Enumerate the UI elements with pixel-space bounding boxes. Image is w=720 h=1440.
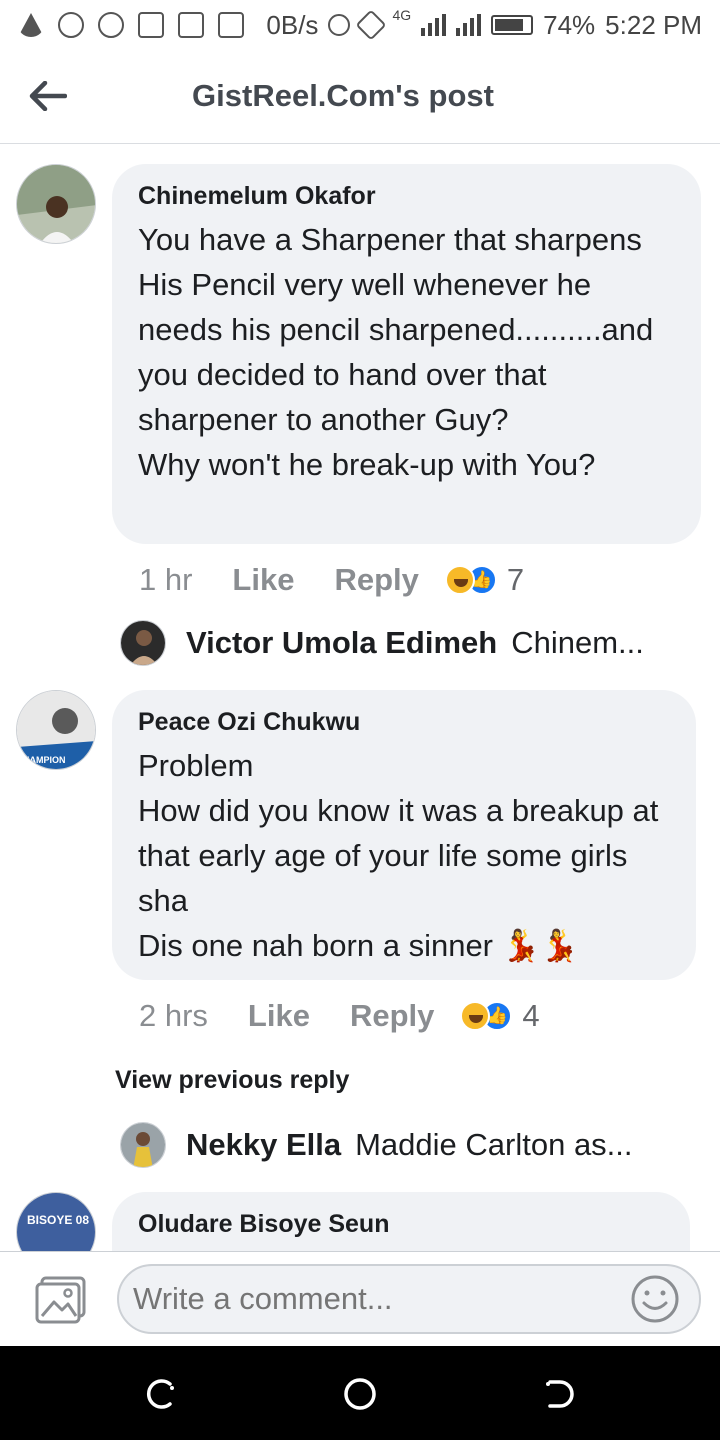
- photo-icon: [35, 1276, 86, 1324]
- comment-actions: 2 hrs Like Reply 👍 4: [139, 998, 540, 1034]
- signal-icon: [421, 14, 447, 36]
- network-speed: 0B/s: [266, 9, 319, 40]
- emoji-button[interactable]: [630, 1274, 680, 1324]
- view-previous-reply[interactable]: View previous reply: [115, 1066, 349, 1095]
- smiley-icon: [631, 1275, 679, 1323]
- reply-avatar: [120, 1122, 166, 1168]
- back-nav-button[interactable]: [540, 1374, 580, 1414]
- comment-time[interactable]: 1 hr: [139, 562, 192, 598]
- network-type: 4G: [392, 7, 412, 23]
- comment-time[interactable]: 2 hrs: [139, 998, 208, 1034]
- reply-snippet: Maddie Carlton as...: [355, 1127, 633, 1162]
- comment-bubble: Peace Ozi Chukwu Problem How did you kno…: [112, 690, 696, 980]
- battery-icon: [491, 15, 534, 35]
- home-button[interactable]: [340, 1374, 380, 1414]
- reply-author: Nekky Ella: [186, 1127, 342, 1162]
- reply-button[interactable]: Reply: [350, 998, 434, 1034]
- avatar-text: BISOYE 08: [27, 1213, 90, 1227]
- comment-author[interactable]: Peace Ozi Chukwu: [138, 708, 670, 737]
- instagram-icon: [138, 12, 164, 38]
- system-status: 0B/s 4G 74% 5:22 PM: [266, 7, 702, 41]
- avatar[interactable]: [16, 164, 96, 244]
- profile-photo: [121, 1123, 165, 1167]
- recent-apps-button[interactable]: [140, 1374, 180, 1414]
- avatar-badge-text: HAMPION: [23, 755, 66, 765]
- comment-bubble: Chinemelum Okafor You have a Sharpener t…: [112, 164, 701, 544]
- back-icon: [546, 1380, 574, 1408]
- page-title: GistReel.Com's post: [192, 78, 494, 113]
- notification-icons: [18, 12, 244, 38]
- comment-author[interactable]: Oludare Bisoye Seun: [138, 1210, 664, 1239]
- reaction-count[interactable]: 7: [507, 562, 524, 598]
- status-bar: 0B/s 4G 74% 5:22 PM: [0, 0, 720, 50]
- reply-preview[interactable]: Victor Umola Edimeh Chinem...: [120, 620, 644, 666]
- reply-button[interactable]: Reply: [334, 562, 418, 598]
- like-button[interactable]: Like: [232, 562, 294, 598]
- signal-2-icon: [456, 14, 482, 36]
- comment-text: You have a Sharpener that sharpens His P…: [138, 222, 654, 482]
- comment-composer: [0, 1251, 720, 1346]
- reply-avatar: [120, 620, 166, 666]
- photo-button[interactable]: [34, 1276, 88, 1324]
- battery-fill: [495, 19, 524, 31]
- reaction-icons[interactable]: 👍: [460, 1001, 513, 1031]
- comment-author[interactable]: Chinemelum Okafor: [138, 182, 675, 211]
- recent-apps-icon: [146, 1379, 174, 1409]
- haha-reaction-icon: [444, 565, 475, 595]
- reply-preview[interactable]: Nekky Ella Maddie Carlton as...: [120, 1122, 633, 1168]
- reaction-icons[interactable]: 👍: [444, 565, 497, 595]
- chat-icon: [98, 12, 124, 38]
- reply-author: Victor Umola Edimeh: [186, 625, 498, 660]
- comment-text: Problem How did you know it was a breaku…: [138, 748, 659, 963]
- sync-icon: [328, 14, 351, 36]
- like-button[interactable]: Like: [248, 998, 310, 1034]
- alert-icon: [218, 12, 244, 38]
- warning-icon: [18, 13, 44, 37]
- reply-snippet: Chinem...: [511, 625, 644, 660]
- b-icon: [58, 12, 84, 38]
- avatar[interactable]: HAMPION: [16, 690, 96, 770]
- post-header: GistReel.Com's post: [0, 50, 720, 144]
- comment-actions: 1 hr Like Reply 👍 7: [139, 562, 524, 598]
- home-icon: [344, 1378, 376, 1410]
- navigation-bar: [0, 1346, 720, 1440]
- reaction-count[interactable]: 4: [522, 998, 539, 1034]
- clock: 5:22 PM: [605, 9, 702, 40]
- rotate-icon: [355, 9, 387, 41]
- profile-photo: [17, 165, 95, 243]
- battery-percent: 74%: [543, 9, 596, 40]
- profile-photo: [121, 621, 165, 665]
- comment-input[interactable]: [117, 1264, 701, 1334]
- image-icon: [178, 12, 204, 38]
